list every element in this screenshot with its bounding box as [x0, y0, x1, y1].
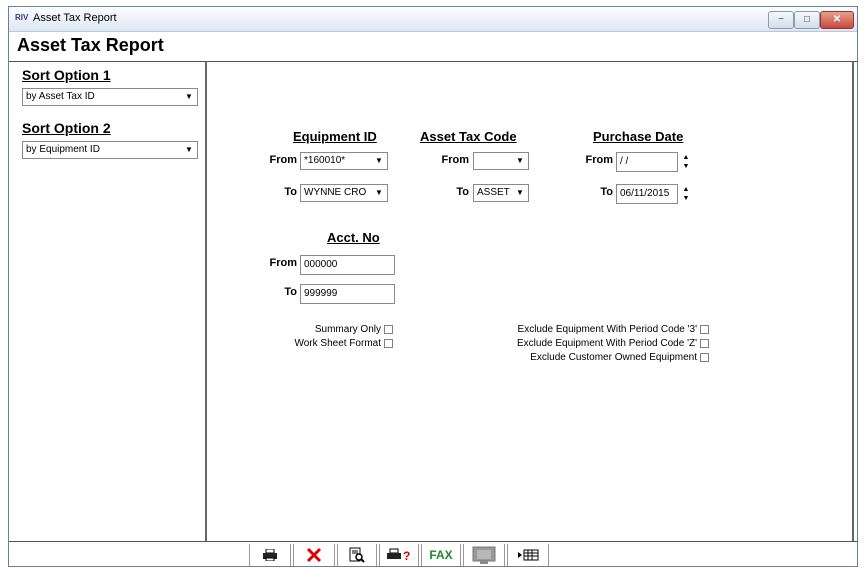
print-icon — [263, 549, 277, 561]
equipment-id-header: Equipment ID — [293, 129, 377, 144]
footer-divider — [9, 541, 857, 542]
equipment-from-select[interactable]: *160010* ▼ — [300, 152, 388, 170]
asset-tax-to-value: ASSET — [477, 187, 510, 198]
equipment-to-select[interactable]: WYNNE CRO ▼ — [300, 184, 388, 202]
app-logo-icon: RIV — [15, 13, 29, 22]
exclude-customer-owned-checkbox[interactable] — [700, 353, 709, 362]
acct-from-field[interactable]: 000000 — [300, 255, 395, 275]
asset-tax-from-label: From — [441, 154, 470, 166]
exclude-period-z-label: Exclude Equipment With Period Code 'Z' — [516, 338, 697, 349]
purchase-from-field[interactable]: / / — [616, 152, 678, 172]
svg-text:?: ? — [403, 549, 410, 562]
export-grid-button[interactable] — [507, 544, 549, 566]
preview-icon — [349, 547, 365, 563]
print-button[interactable] — [249, 544, 291, 566]
chevron-down-icon[interactable]: ▼ — [513, 186, 527, 200]
chevron-down-icon[interactable]: ▼ — [372, 154, 386, 168]
exclude-period-3-checkbox[interactable] — [700, 325, 709, 334]
sidebar-divider — [205, 61, 207, 541]
equipment-from-value: *160010* — [304, 155, 346, 166]
summary-only-label: Summary Only — [314, 324, 381, 335]
minimize-button[interactable]: − — [768, 11, 794, 29]
fax-icon: FAX — [429, 548, 453, 562]
purchase-from-label: From — [585, 154, 614, 166]
acct-to-field[interactable]: 999999 — [300, 284, 395, 304]
page-title: Asset Tax Report — [17, 35, 164, 55]
equipment-from-label: From — [269, 154, 298, 166]
exclude-period-3-label: Exclude Equipment With Period Code '3' — [517, 324, 697, 335]
maximize-button[interactable]: □ — [794, 11, 820, 29]
window-title: Asset Tax Report — [33, 12, 117, 24]
equipment-to-value: WYNNE CRO — [304, 187, 367, 198]
chevron-down-icon[interactable]: ▼ — [182, 143, 196, 157]
right-border — [852, 61, 854, 541]
purchase-date-header: Purchase Date — [593, 129, 684, 144]
purchase-to-field[interactable]: 06/11/2015 — [616, 184, 678, 204]
exclude-period-z-checkbox[interactable] — [700, 339, 709, 348]
bottom-toolbar: ? FAX — [249, 544, 551, 566]
acct-from-label: From — [269, 257, 298, 269]
print-setup-icon: ? — [387, 548, 410, 562]
acct-to-label: To — [284, 286, 297, 298]
work-sheet-format-checkbox[interactable] — [384, 339, 393, 348]
monitor-icon — [472, 546, 496, 564]
fax-button[interactable]: FAX — [421, 544, 461, 566]
print-setup-button[interactable]: ? — [379, 544, 419, 566]
asset-tax-to-label: To — [456, 186, 469, 198]
purchase-to-label: To — [600, 186, 613, 198]
close-button[interactable]: ✕ — [820, 11, 854, 29]
exclude-customer-owned-label: Exclude Customer Owned Equipment — [530, 352, 697, 363]
sort-option-2-select[interactable]: by Equipment ID ▼ — [22, 141, 198, 159]
chevron-down-icon[interactable]: ▼ — [182, 90, 196, 104]
cancel-icon — [306, 547, 322, 563]
purchase-from-spinner-icon[interactable]: ▲ ▼ — [680, 153, 692, 171]
work-sheet-format-label: Work Sheet Format — [294, 338, 381, 349]
app-window: RIV Asset Tax Report − □ ✕ Asset Tax Rep… — [8, 6, 858, 567]
monitor-button[interactable] — [463, 544, 505, 566]
export-grid-icon — [518, 549, 539, 561]
preview-button[interactable] — [337, 544, 377, 566]
acct-no-header: Acct. No — [327, 230, 380, 245]
chevron-down-icon[interactable]: ▼ — [513, 154, 527, 168]
sort-option-1-label: Sort Option 1 — [22, 67, 111, 83]
sort-option-1-select[interactable]: by Asset Tax ID ▼ — [22, 88, 198, 106]
sort-option-2-label: Sort Option 2 — [22, 120, 111, 136]
sort-option-1-value: by Asset Tax ID — [26, 91, 95, 102]
title-bar: RIV Asset Tax Report − □ ✕ — [9, 7, 857, 32]
sort-option-2-value: by Equipment ID — [26, 144, 100, 155]
purchase-to-spinner-icon[interactable]: ▲ ▼ — [680, 185, 692, 203]
chevron-down-icon[interactable]: ▼ — [372, 186, 386, 200]
cancel-button[interactable] — [293, 544, 335, 566]
asset-tax-from-select[interactable]: ▼ — [473, 152, 529, 170]
equipment-to-label: To — [284, 186, 297, 198]
summary-only-checkbox[interactable] — [384, 325, 393, 334]
asset-tax-code-header: Asset Tax Code — [420, 129, 517, 144]
header-divider — [9, 61, 857, 62]
asset-tax-to-select[interactable]: ASSET ▼ — [473, 184, 529, 202]
